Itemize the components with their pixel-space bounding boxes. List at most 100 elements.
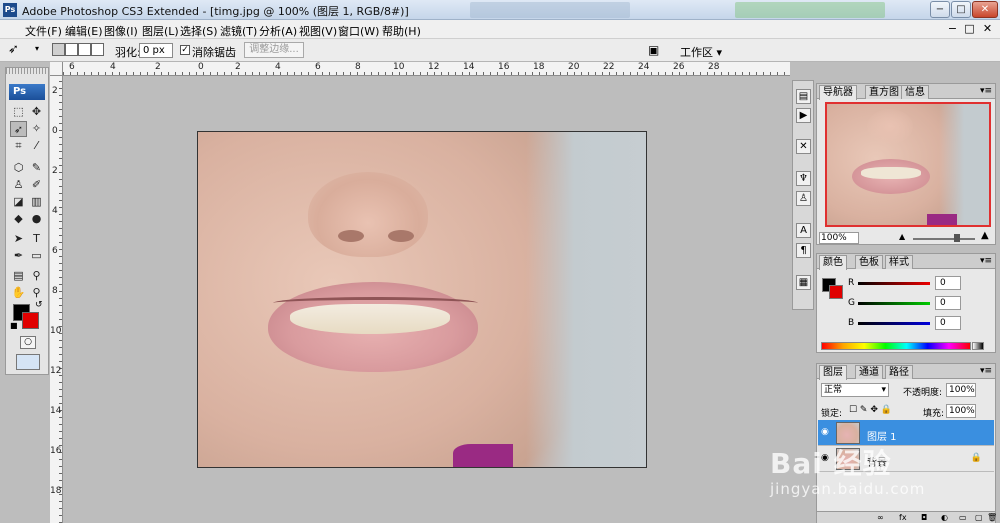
ruler-origin[interactable] (50, 62, 63, 76)
zoom-out-icon[interactable]: ▲ (899, 232, 905, 241)
ruler-top[interactable]: 6 4 2 0 2 4 6 8 10 12 14 16 18 20 22 24 … (63, 62, 790, 76)
zoom-slider-knob[interactable] (954, 234, 960, 242)
r-slider[interactable] (858, 282, 930, 285)
hand-icon[interactable]: ✋ (10, 285, 27, 301)
antialias-checkbox[interactable]: ✓ (180, 45, 190, 55)
tab-styles[interactable]: 样式 (885, 255, 913, 269)
tab-color[interactable]: 颜色 (819, 255, 847, 270)
document-canvas[interactable] (197, 131, 647, 468)
character-panel-icon[interactable]: A (796, 223, 811, 238)
menu-file[interactable]: 文件(F) (25, 23, 62, 39)
toolbox-grip[interactable] (6, 68, 48, 74)
marquee-icon[interactable]: ⬚ (10, 104, 27, 120)
eye-icon[interactable]: ◉ (821, 453, 829, 463)
navigator-thumbnail[interactable] (825, 102, 991, 227)
maximize-button[interactable]: □ (951, 1, 971, 18)
shape-icon[interactable]: ▭ (28, 248, 45, 264)
menu-help[interactable]: 帮助(H) (382, 23, 421, 39)
layer-style-icon[interactable]: fx (899, 513, 907, 522)
fill-input[interactable]: 100% (946, 404, 976, 418)
magic-wand-icon[interactable]: ✧ (28, 121, 45, 137)
eraser-icon[interactable]: ◪ (10, 194, 27, 210)
brush-icon[interactable]: ✎ (28, 160, 45, 176)
grayscale-ramp[interactable] (972, 342, 984, 350)
intersect-selection-icon[interactable] (91, 43, 104, 56)
background-color-swatch[interactable] (22, 312, 39, 329)
move-icon[interactable]: ✥ (28, 104, 45, 120)
r-value[interactable]: 0 (935, 276, 961, 290)
screen-mode-icon[interactable] (16, 354, 40, 370)
feather-input[interactable]: 0 px (139, 43, 173, 58)
b-slider[interactable] (858, 322, 930, 325)
slice-icon[interactable]: ⁄ (28, 138, 45, 154)
menu-window[interactable]: 窗口(W) (338, 23, 379, 39)
tab-navigator[interactable]: 导航器 (819, 85, 857, 100)
b-value[interactable]: 0 (935, 316, 961, 330)
menu-edit[interactable]: 编辑(E) (65, 23, 103, 39)
zoom-icon[interactable]: ⚲ (28, 285, 45, 301)
tool-presets-icon[interactable]: ✕ (796, 139, 811, 154)
add-selection-icon[interactable] (65, 43, 78, 56)
menu-filter[interactable]: 滤镜(T) (220, 23, 257, 39)
g-slider[interactable] (858, 302, 930, 305)
tab-swatches[interactable]: 色板 (855, 255, 883, 269)
tab-info[interactable]: 信息 (901, 85, 929, 99)
type-icon[interactable]: T (28, 231, 45, 247)
new-layer-icon[interactable]: ▢ (975, 513, 983, 522)
doc-restore-button[interactable]: □ (962, 22, 977, 36)
tab-channels[interactable]: 通道 (855, 365, 883, 379)
lock-icons[interactable]: ☐ ✎ ✥ 🔒 (849, 405, 892, 415)
zoom-in-icon[interactable]: ▲ (981, 230, 989, 241)
clone-source-icon[interactable]: ♙ (796, 191, 811, 206)
minimize-button[interactable]: − (930, 1, 950, 18)
blur-icon[interactable]: ◆ (10, 211, 27, 227)
history-panel-icon[interactable]: ▤ (796, 89, 811, 104)
ps-badge-icon[interactable]: Ps (9, 84, 45, 100)
device-central-icon[interactable]: ▣ (648, 43, 659, 57)
stamp-icon[interactable]: ♙ (10, 177, 27, 193)
new-selection-icon[interactable] (52, 43, 65, 56)
lasso-icon[interactable]: ➶ (10, 121, 27, 137)
pen-icon[interactable]: ✒ (10, 248, 27, 264)
blend-mode-select[interactable]: 正常 ▾ (821, 383, 889, 397)
menu-analysis[interactable]: 分析(A) (259, 23, 297, 39)
eye-icon[interactable]: ◉ (821, 427, 829, 437)
workspace-menu[interactable]: 工作区 ▾ (680, 44, 722, 60)
swap-colors-icon[interactable]: ↺ (35, 300, 43, 310)
adjustment-layer-icon[interactable]: ◐ (941, 513, 948, 522)
close-button[interactable]: ✕ (972, 1, 998, 18)
tab-layers[interactable]: 图层 (819, 365, 847, 380)
gradient-icon[interactable]: ▥ (28, 194, 45, 210)
crop-icon[interactable]: ⌗ (10, 138, 27, 154)
menu-layer[interactable]: 图层(L) (142, 23, 179, 39)
menu-view[interactable]: 视图(V) (299, 23, 337, 39)
panel-menu-icon[interactable]: ▾≡ (980, 86, 992, 96)
link-layers-icon[interactable]: ∞ (877, 513, 884, 522)
ruler-left[interactable]: 2 0 2 4 6 8 10 12 14 16 18 (50, 76, 63, 523)
paragraph-panel-icon[interactable]: ¶ (796, 243, 811, 258)
tab-histogram[interactable]: 直方图 (865, 85, 903, 99)
zoom-slider[interactable] (913, 238, 975, 240)
tab-paths[interactable]: 路径 (885, 365, 913, 379)
eyedropper-icon[interactable]: ⚲ (28, 268, 45, 284)
refine-edge-button[interactable]: 调整边缘... (244, 42, 304, 58)
history-brush-icon[interactable]: ✐ (28, 177, 45, 193)
layer-comps-icon[interactable]: ▦ (796, 275, 811, 290)
opacity-input[interactable]: 100% (946, 383, 976, 397)
g-value[interactable]: 0 (935, 296, 961, 310)
doc-close-button[interactable]: ✕ (980, 22, 995, 36)
menu-select[interactable]: 选择(S) (180, 23, 218, 39)
panel-menu-icon[interactable]: ▾≡ (980, 366, 992, 376)
subtract-selection-icon[interactable] (78, 43, 91, 56)
delete-layer-icon[interactable]: 🗑 (987, 513, 997, 522)
doc-minimize-button[interactable]: − (945, 22, 960, 36)
layer-row[interactable]: ◉ 背景 🔒 (818, 446, 994, 472)
lasso-tool-preset-icon[interactable]: ➶ (8, 42, 19, 57)
actions-panel-icon[interactable]: ▶ (796, 108, 811, 123)
brushes-panel-icon[interactable]: ♆ (796, 171, 811, 186)
new-group-icon[interactable]: ▭ (959, 513, 967, 522)
panel-menu-icon[interactable]: ▾≡ (980, 256, 992, 266)
menu-image[interactable]: 图像(I) (104, 23, 138, 39)
default-colors-icon[interactable]: ■ (10, 321, 18, 330)
color-spectrum[interactable] (821, 342, 971, 350)
